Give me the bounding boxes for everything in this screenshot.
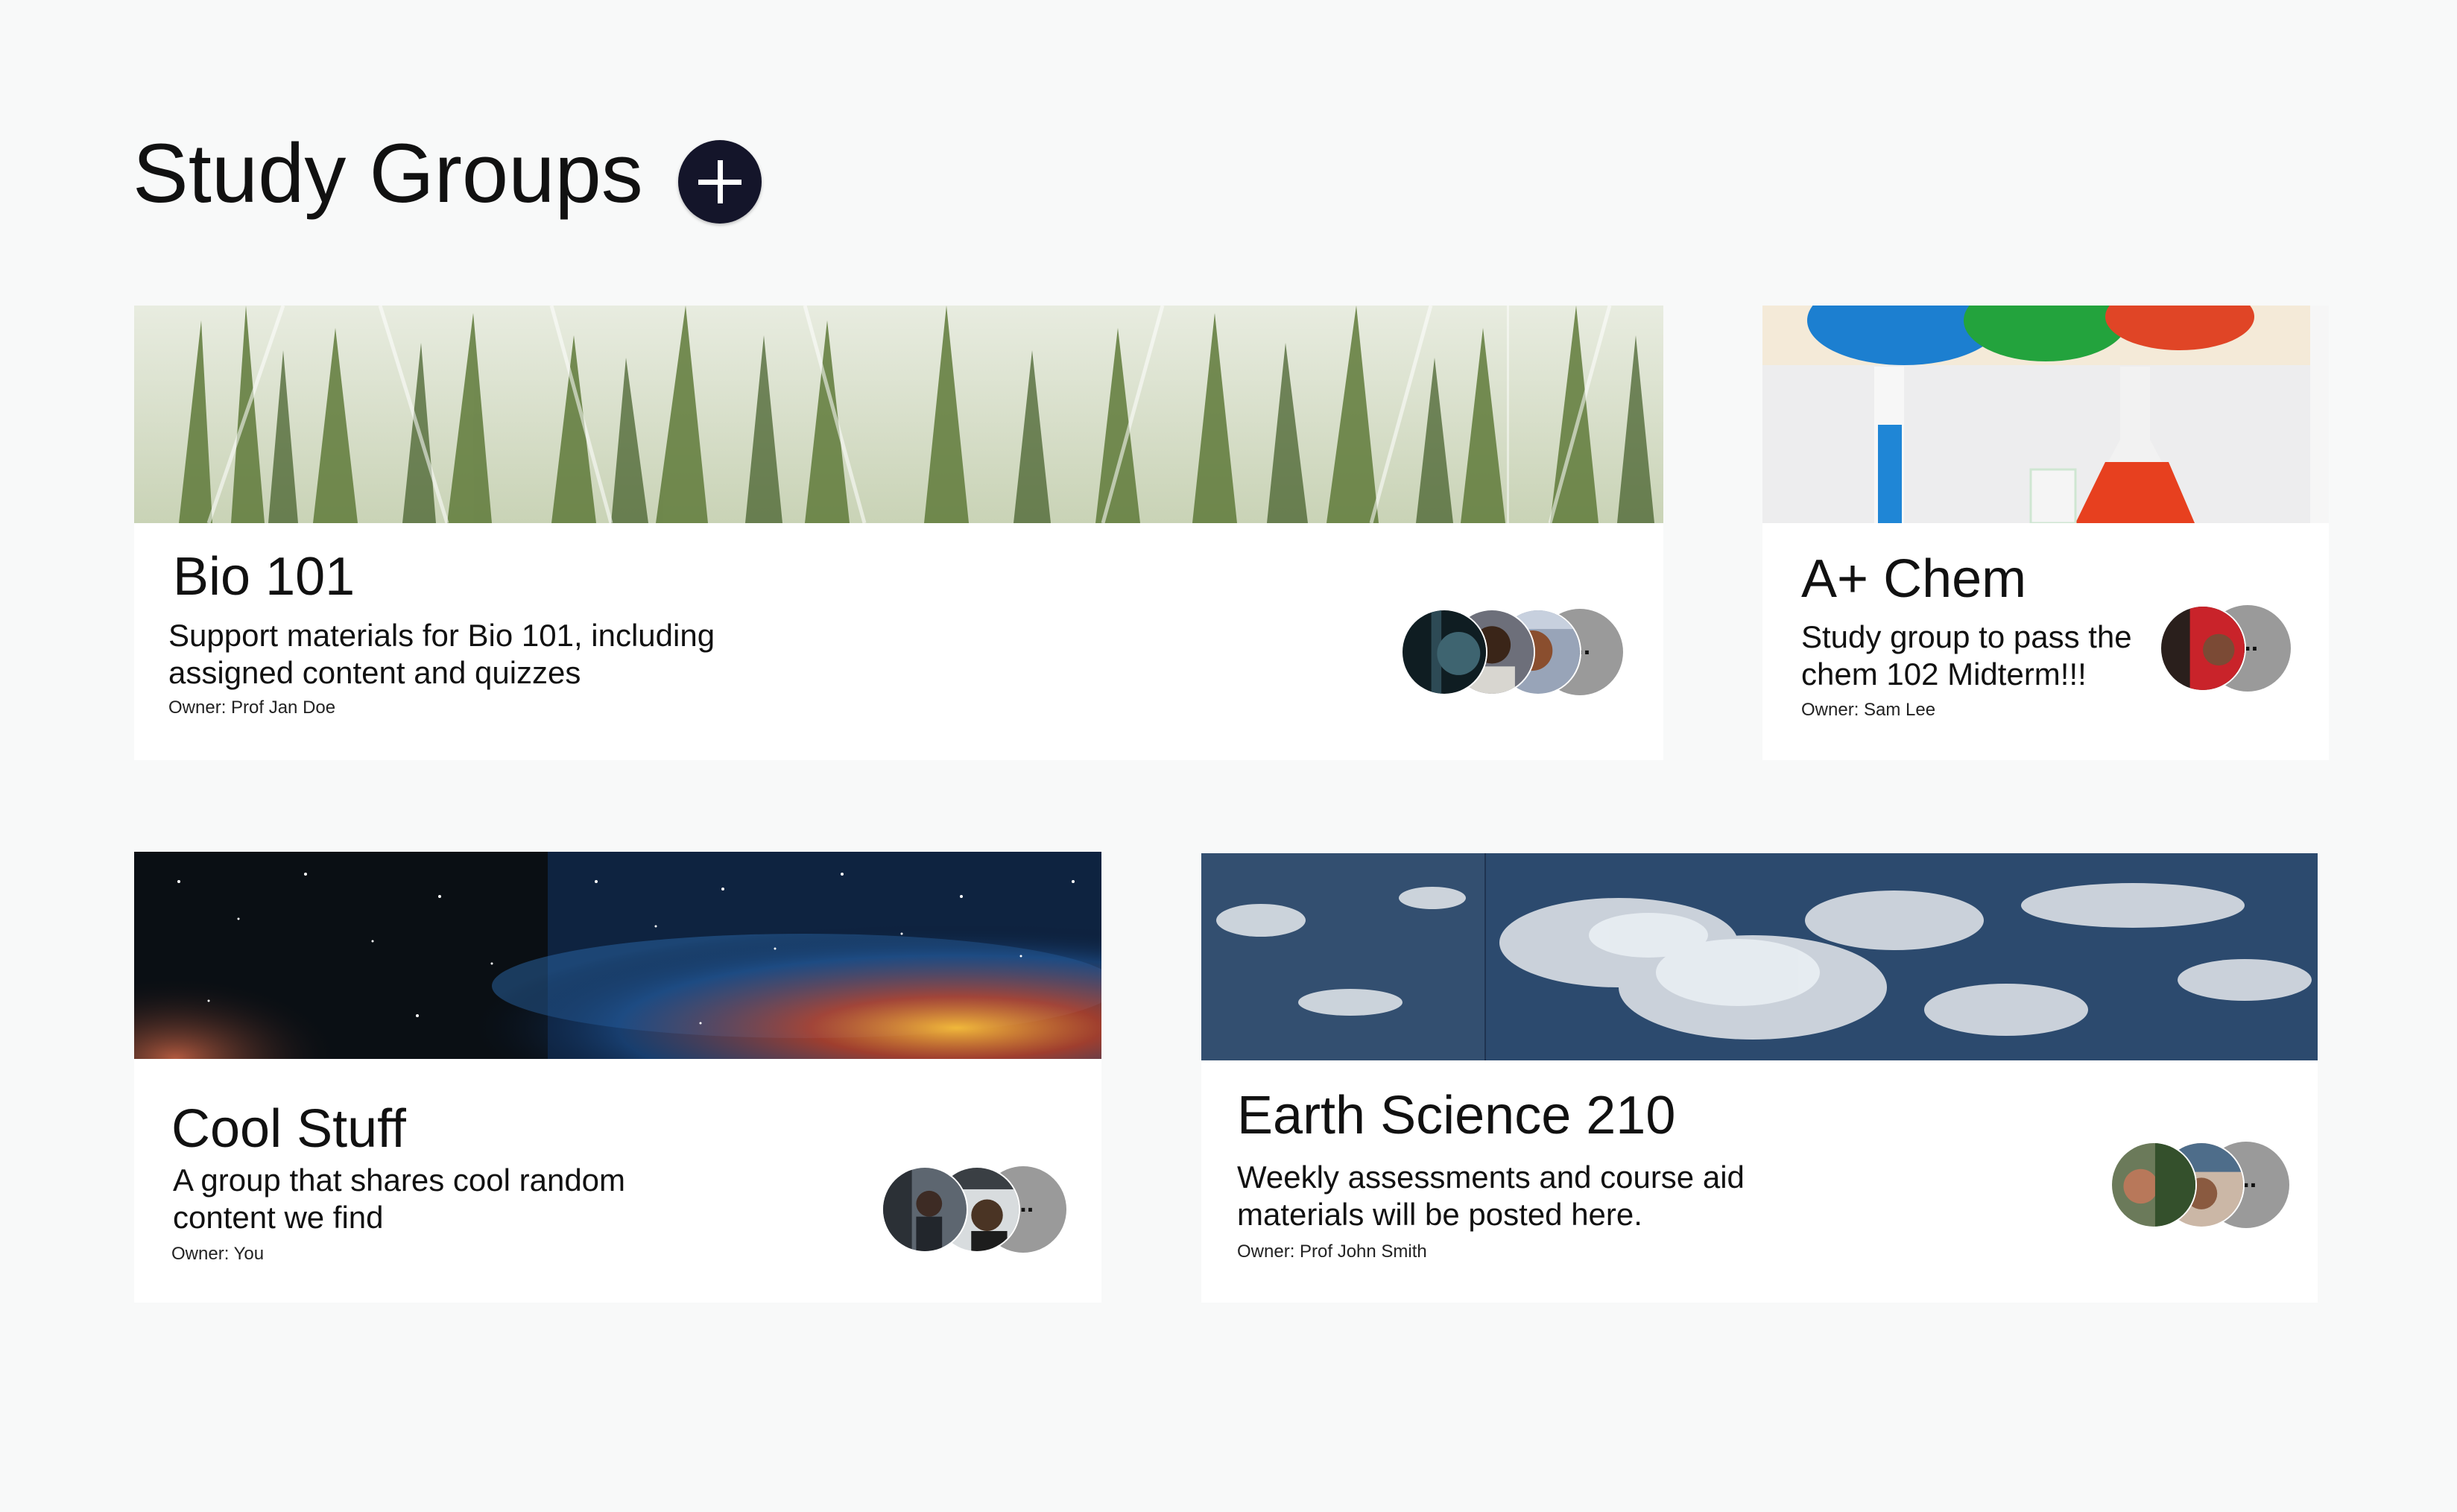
group-owner: Owner: Prof Jan Doe xyxy=(168,698,336,718)
group-description: Study group to pass the chem 102 Midterm… xyxy=(1801,619,2132,692)
group-owner: Owner: You xyxy=(171,1244,265,1264)
group-banner-image xyxy=(134,306,1663,523)
member-avatars[interactable]: ... xyxy=(2110,1142,2297,1230)
group-owner: Owner: Sam Lee xyxy=(1801,700,1936,720)
group-name: Cool Stuff xyxy=(171,1099,406,1159)
group-description: A group that shares cool random content … xyxy=(173,1163,626,1235)
member-avatars[interactable]: ... xyxy=(2160,605,2294,693)
group-name: Earth Science 210 xyxy=(1237,1086,1676,1145)
group-card-a-plus-chem[interactable]: A+ Chem Study group to pass the chem 102… xyxy=(1762,306,2329,760)
group-description: Weekly assessments and course aid materi… xyxy=(1237,1160,1745,1232)
member-avatars[interactable]: ... xyxy=(882,1166,1068,1254)
member-avatar[interactable] xyxy=(1401,609,1487,695)
group-name: A+ Chem xyxy=(1801,549,2027,609)
group-banner-image xyxy=(134,852,1101,1059)
page-title: Study Groups xyxy=(133,127,643,220)
group-owner: Owner: Prof John Smith xyxy=(1237,1241,1427,1262)
member-avatar[interactable] xyxy=(2110,1142,2197,1228)
group-card-earth-science-210[interactable]: Earth Science 210 Weekly assessments and… xyxy=(1201,853,2318,1303)
plus-icon xyxy=(698,160,741,203)
group-name: Bio 101 xyxy=(173,547,355,607)
member-avatars[interactable]: ... xyxy=(1401,609,1625,697)
member-avatar[interactable] xyxy=(2160,605,2246,692)
group-description: Support materials for Bio 101, including… xyxy=(168,618,715,690)
group-banner-image xyxy=(1201,853,2318,1060)
group-card-cool-stuff[interactable]: Cool Stuff A group that shares cool rand… xyxy=(134,852,1101,1303)
group-banner-image xyxy=(1762,306,2329,523)
add-group-button[interactable] xyxy=(678,140,762,224)
member-avatar[interactable] xyxy=(882,1166,968,1253)
group-card-bio-101[interactable]: Bio 101 Support materials for Bio 101, i… xyxy=(134,306,1663,760)
